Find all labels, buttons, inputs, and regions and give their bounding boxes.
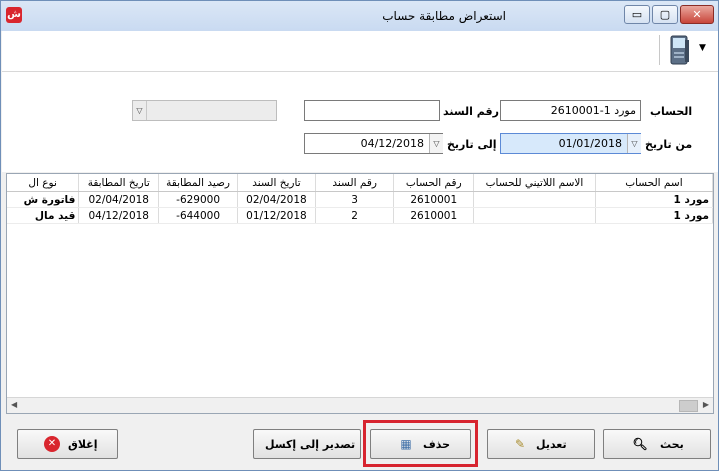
chevron-down-icon[interactable]: ▽ [133,101,147,120]
column-header[interactable]: اسم الحساب [595,174,713,192]
column-header[interactable]: تاريخ المطابقة [78,174,160,192]
search-button[interactable]: 🔍︎ بحث [603,429,711,459]
table-row[interactable]: مورد 1 2610001 2 01/12/2018 644000- 04/12/201… [7,207,713,224]
export-excel-button-label: تصدير إلى إكسل [265,438,356,451]
table-cell: 02/04/2018 [78,191,160,208]
scroll-right-icon[interactable]: ▶ [703,400,709,409]
table-cell: فاتورة ش [7,191,80,208]
results-table: اسم الحساب الاسم اللاتيني للحساب رقم الحسا… [7,174,713,224]
table-cell: 644000- [158,207,239,224]
table-cell: 01/12/2018 [237,207,316,224]
table-cell: 629000- [158,191,239,208]
column-header[interactable]: نوع ال [7,174,80,192]
account-label: الحساب [650,105,693,118]
toolbar-separator [659,35,660,65]
table-cell: 3 [315,191,395,208]
account-field[interactable]: 2610001-مورد 1 [500,100,641,121]
close-window-button[interactable]: ✕ [680,5,714,24]
table-cell: مورد 1 [595,191,713,208]
filter-form: الحساب 2610001-مورد 1 رقم السند ▽ من تار… [2,72,718,172]
search-button-label: بحث [660,438,684,451]
table-cell: 2610001 [393,191,475,208]
window-title: استعراض مطابقة حساب [382,9,506,23]
column-header[interactable]: رقم الحساب [393,174,475,192]
highlight-frame [363,420,478,467]
close-button-label: إغلاق [68,438,98,451]
results-grid[interactable]: اسم الحساب الاسم اللاتيني للحساب رقم الحسا… [6,173,714,414]
chevron-down-icon[interactable]: ▼ [699,43,706,53]
app-icon: ش [6,7,22,23]
table-cell: قيد مال [7,207,80,224]
maximize-button[interactable]: ▢ [652,5,678,24]
table-row[interactable]: مورد 1 2610001 3 02/04/2018 629000- 02/04/201… [7,191,713,208]
table-cell: 04/12/2018 [78,207,160,224]
from-date-label: من تاريخ [645,138,693,151]
column-header[interactable]: تاريخ السند [237,174,316,192]
table-cell: 2 [315,207,395,224]
table-cell: 02/04/2018 [237,191,316,208]
minimize-button[interactable]: ▭ [624,5,650,24]
close-button[interactable]: ✕ إغلاق [17,429,118,459]
extra-select[interactable] [132,100,277,121]
table-cell [473,191,596,208]
table-cell [473,207,596,224]
export-device-icon[interactable] [669,34,691,66]
toolbar: ▼ [2,31,718,72]
main-window: ش استعراض مطابقة حساب ▭ ▢ ✕ ▼ الحساب 261… [0,0,719,471]
doc-number-field[interactable] [304,100,440,121]
table-cell: 2610001 [393,207,475,224]
search-icon: 🔍︎ [632,437,648,451]
edit-button-label: تعديل [536,438,567,451]
title-bar[interactable]: ش استعراض مطابقة حساب ▭ ▢ ✕ [1,1,718,31]
calendar-dropdown-icon[interactable]: ▽ [429,134,443,153]
to-date-label: إلى تاريخ [447,138,497,151]
scrollbar-thumb[interactable] [679,400,698,412]
from-date-field[interactable]: 01/01/2018 [500,133,641,154]
edit-button[interactable]: ✎ تعديل [487,429,595,459]
column-header[interactable]: رقم السند [315,174,395,192]
to-date-field[interactable]: 04/12/2018 [304,133,443,154]
edit-icon: ✎ [514,437,526,451]
horizontal-scrollbar[interactable]: ◀ ▶ [7,397,713,413]
scroll-left-icon[interactable]: ◀ [11,400,17,409]
calendar-dropdown-icon[interactable]: ▽ [627,134,641,153]
export-excel-button[interactable]: تصدير إلى إكسل [253,429,361,459]
close-icon: ✕ [44,436,60,452]
column-header[interactable]: رصيد المطابقة [158,174,239,192]
doc-number-label: رقم السند [443,105,499,118]
table-cell: مورد 1 [595,207,713,224]
column-header[interactable]: الاسم اللاتيني للحساب [473,174,596,192]
